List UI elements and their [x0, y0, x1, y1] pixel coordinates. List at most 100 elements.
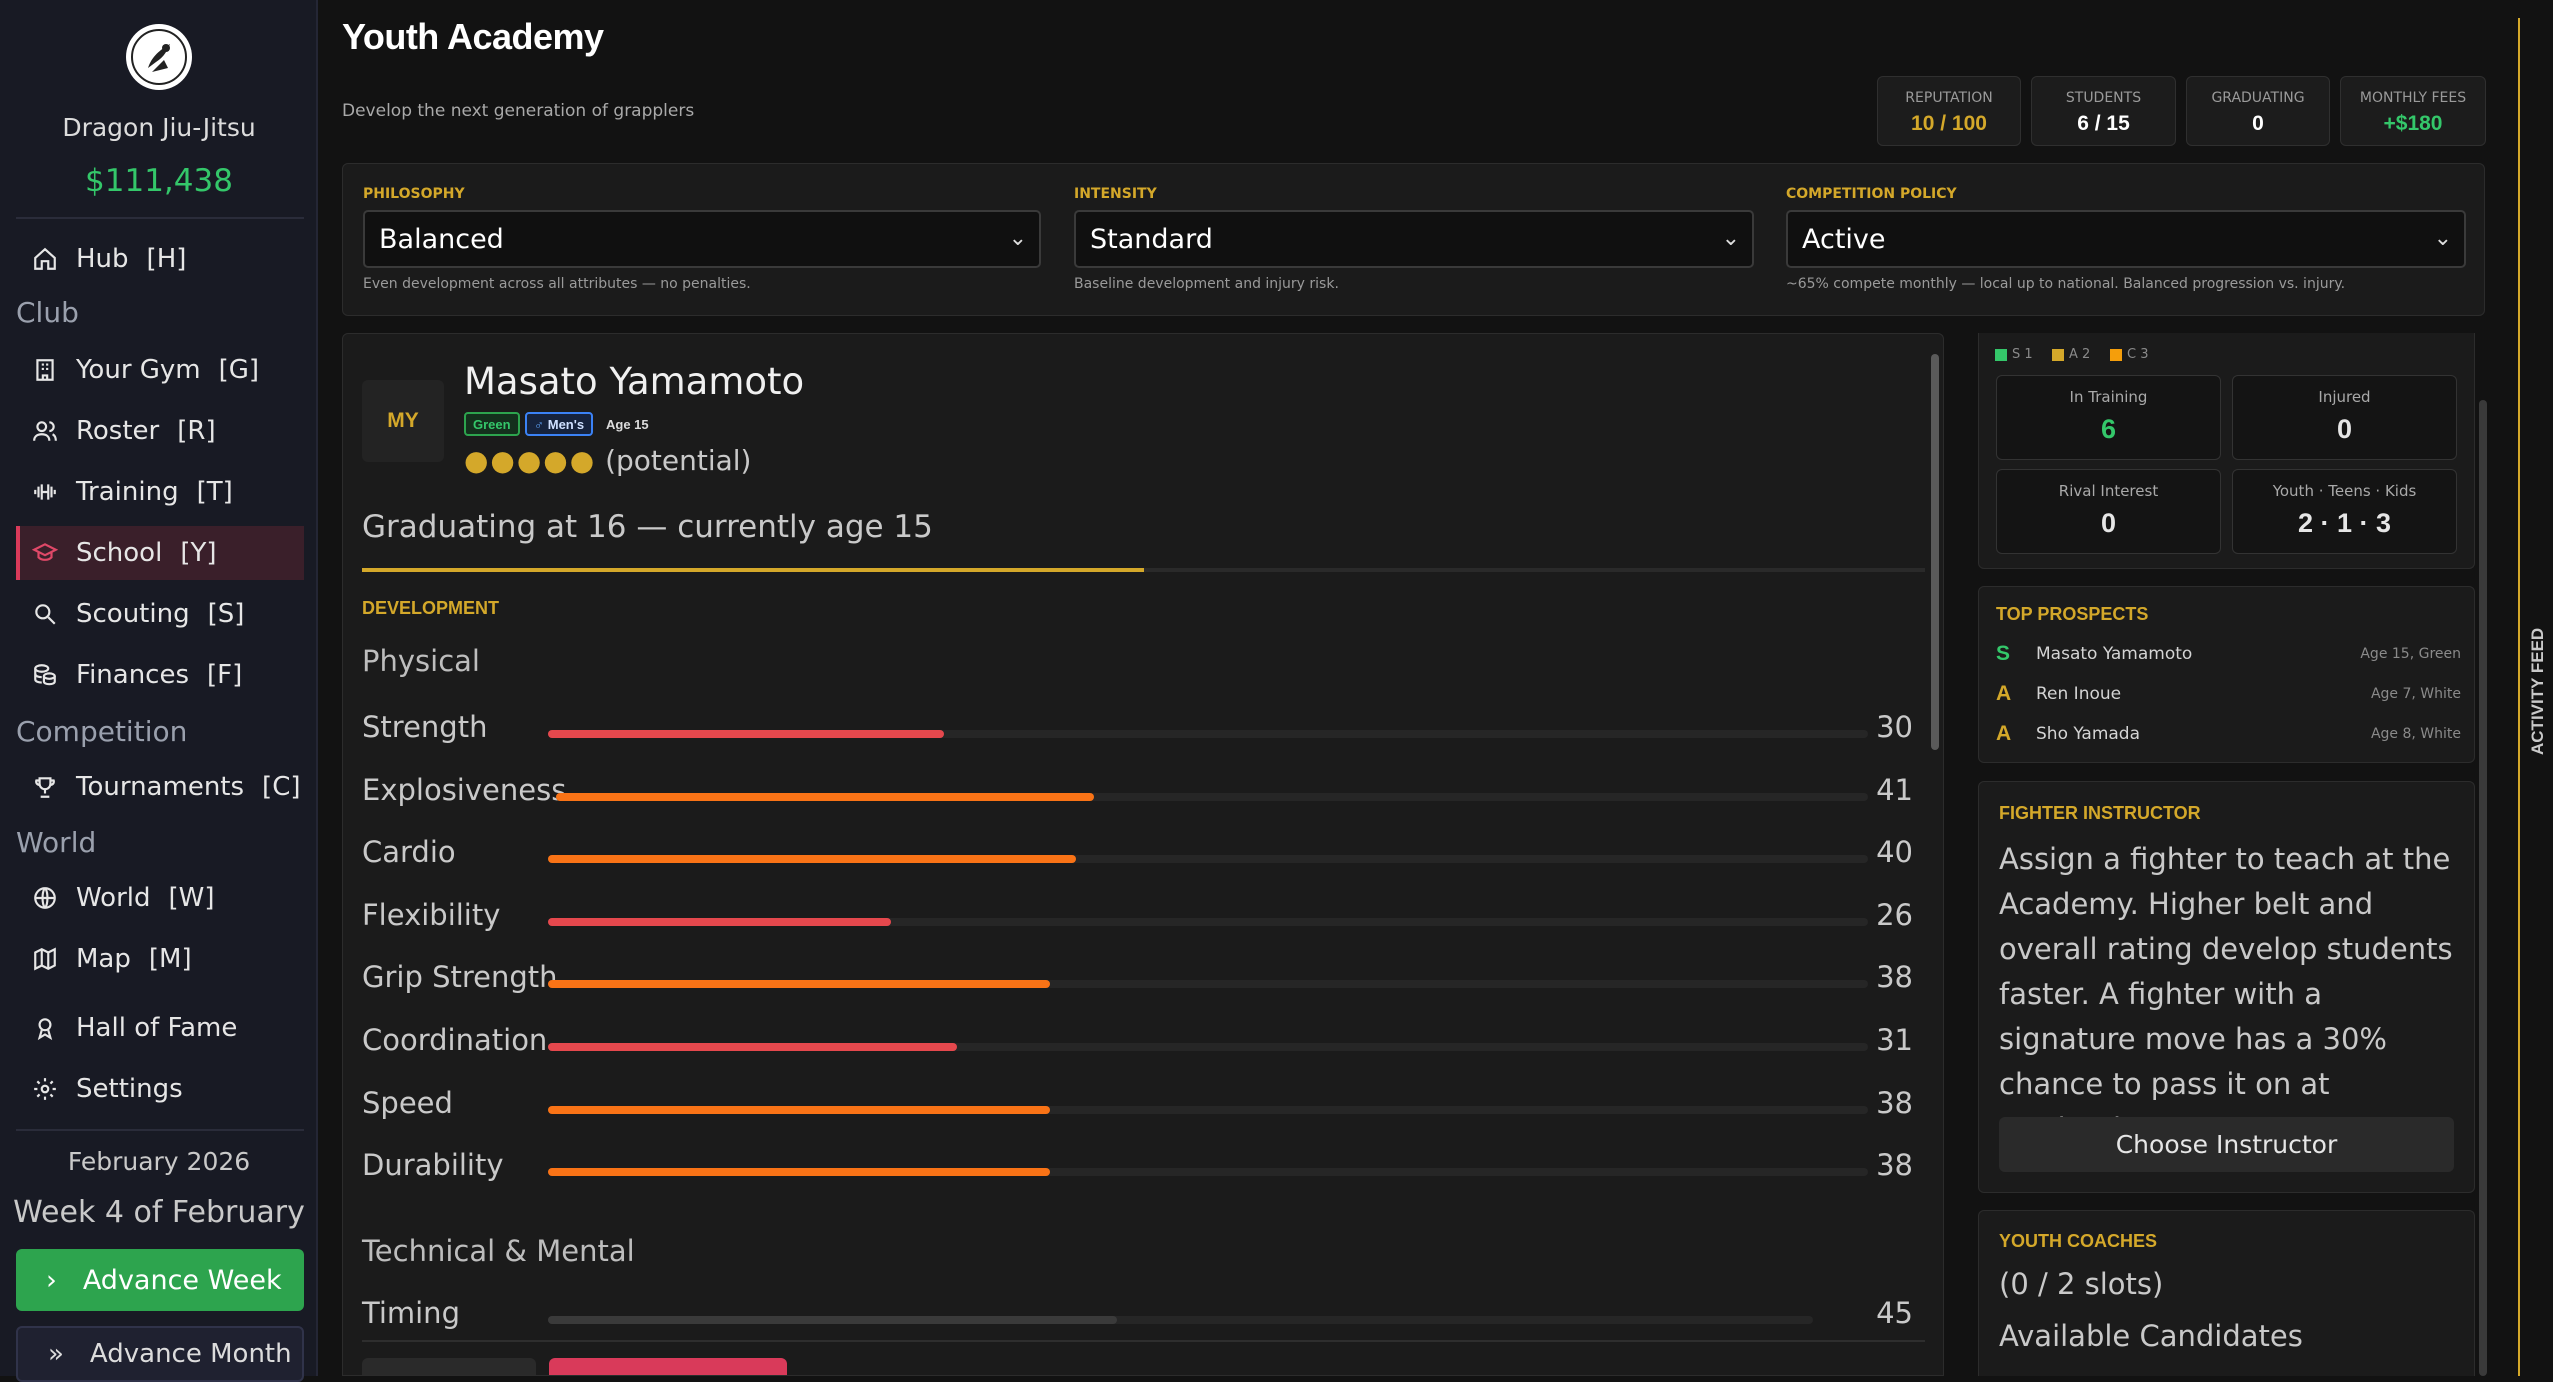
sidebar-item-tournaments[interactable]: Tournaments [C]	[16, 760, 304, 814]
attribute-value: 45	[1876, 1296, 1913, 1330]
sidebar-item-label: Hub	[76, 244, 129, 274]
philosophy-select[interactable]: Balanced ⌄	[363, 210, 1041, 268]
sidebar-item-world[interactable]: World [W]	[16, 871, 304, 925]
potential-dots: ●●●●●	[464, 444, 597, 477]
primary-action-button[interactable]	[549, 1358, 787, 1375]
chevron-down-icon: ⌄	[1008, 226, 1027, 251]
attribute-bar-fill	[548, 1168, 1050, 1177]
tile-label: Youth · Teens · Kids	[2272, 482, 2417, 500]
sidebar-item-scouting[interactable]: Scouting [S]	[16, 587, 304, 641]
sidebar-item-your-gym[interactable]: Your Gym [G]	[16, 343, 304, 397]
nav-group-world: World	[16, 826, 97, 859]
stat-label: STUDENTS	[2065, 90, 2142, 106]
stat-value: +$180	[2383, 112, 2443, 135]
intensity-description: Baseline development and injury risk.	[1074, 276, 1339, 292]
advance-week-label: Advance Week	[82, 1264, 282, 1296]
sidebar-item-settings[interactable]: Settings	[16, 1062, 304, 1116]
attribute-bar	[548, 1105, 1868, 1114]
advance-week-button[interactable]: › Advance Week	[16, 1249, 304, 1311]
trophy-icon	[30, 772, 60, 802]
double-chevron-right-icon: »	[48, 1339, 64, 1369]
legend-swatch	[1995, 348, 2007, 361]
sidebar-item-label: Settings	[76, 1074, 183, 1104]
sidebar-item-label: World	[76, 883, 151, 913]
tile-label: Rival Interest	[2058, 482, 2159, 500]
club-money: $111,438	[85, 163, 233, 199]
legend-c: C 3	[2110, 347, 2148, 362]
attribute-value: 26	[1876, 897, 1913, 932]
youth-coaches-title: YOUTH COACHES	[1999, 1231, 2158, 1251]
prospect-row[interactable]: A Sho Yamada Age 8, White	[1996, 719, 2461, 749]
sidebar-item-training[interactable]: Training [T]	[16, 465, 304, 519]
prospect-detail: Age 15, Green	[2360, 646, 2461, 662]
attribute-bar-fill	[548, 855, 1076, 864]
philosophy-description: Even development across all attributes —…	[363, 276, 751, 292]
secondary-action-button[interactable]	[362, 1358, 536, 1375]
policy-panel: PHILOSOPHY Balanced ⌄ Even development a…	[342, 163, 2485, 316]
attribute-name: Speed	[362, 1085, 453, 1120]
advance-month-label: Advance Month	[89, 1339, 292, 1369]
stat-value: 0	[2252, 112, 2264, 135]
tile-label: Injured	[2318, 388, 2371, 406]
legend-label: C 3	[2127, 347, 2149, 362]
sidebar-item-school[interactable]: School [Y]	[16, 526, 304, 580]
sidebar-item-label: Hall of Fame	[76, 1013, 238, 1043]
sidebar-item-map[interactable]: Map [M]	[16, 932, 304, 986]
student-name: Masato Yamamoto	[464, 360, 805, 403]
attribute-bar	[548, 917, 1868, 926]
philosophy-value: Balanced	[379, 223, 504, 255]
sidebar: Dragon Jiu-Jitsu $111,438 Hub [H] Club Y…	[0, 0, 318, 1382]
club-logo	[126, 24, 192, 90]
prospect-row[interactable]: S Masato Yamamoto Age 15, Green	[1996, 639, 2461, 669]
shortcut-key: [R]	[177, 416, 216, 446]
dumbbell-icon	[30, 477, 60, 507]
legend-a: A 2	[2052, 347, 2090, 362]
competition-policy-description: ~65% compete monthly — local up to natio…	[1786, 276, 2346, 292]
available-candidates-label: Available Candidates	[1999, 1319, 2303, 1353]
intensity-label: INTENSITY	[1074, 186, 1157, 202]
choose-instructor-button[interactable]: Choose Instructor	[1999, 1117, 2454, 1172]
scrollbar[interactable]	[2479, 400, 2487, 1376]
attribute-bar	[548, 730, 1868, 738]
prospect-row[interactable]: A Ren Inoue Age 7, White	[1996, 679, 2461, 709]
development-label: DEVELOPMENT	[362, 598, 500, 618]
sidebar-item-roster[interactable]: Roster [R]	[16, 404, 304, 458]
fighter-instructor-description: Assign a fighter to teach at the Academy…	[1999, 842, 2453, 1146]
tile-value: 2 · 1 · 3	[2297, 508, 2392, 538]
sidebar-item-hall-of-fame[interactable]: Hall of Fame	[16, 1001, 304, 1055]
tile-label: In Training	[2069, 388, 2148, 406]
tile-age-groups: Youth · Teens · Kids 2 · 1 · 3	[2232, 469, 2457, 554]
legend-swatch	[2052, 348, 2064, 361]
attribute-bar	[548, 980, 1868, 989]
sidebar-item-label: Your Gym	[76, 355, 201, 385]
stat-label: REPUTATION	[1905, 90, 1993, 106]
scrollbar[interactable]	[1931, 354, 1939, 750]
sidebar-divider	[16, 1129, 304, 1131]
sidebar-item-hub[interactable]: Hub [H]	[16, 232, 304, 286]
coins-icon	[30, 660, 60, 690]
sidebar-item-finances[interactable]: Finances [F]	[16, 648, 304, 702]
stat-monthly-fees: MONTHLY FEES +$180	[2340, 76, 2486, 146]
intensity-select[interactable]: Standard ⌄	[1074, 210, 1754, 268]
tile-rival-interest: Rival Interest 0	[1996, 469, 2221, 554]
advance-month-button[interactable]: » Advance Month	[16, 1326, 304, 1382]
competition-policy-select[interactable]: Active ⌄	[1786, 210, 2466, 268]
academy-summary-panel: S 1 A 2 C 3 In Training 6 Injured 0 Riva…	[1978, 333, 2475, 569]
nav-group-competition: Competition	[16, 715, 188, 748]
sidebar-item-label: Training	[76, 477, 179, 507]
fighter-instructor-panel: FIGHTER INSTRUCTOR Assign a fighter to t…	[1978, 781, 2475, 1193]
tile-in-training: In Training 6	[1996, 375, 2221, 460]
sidebar-item-label: Tournaments	[76, 772, 245, 802]
intensity-value: Standard	[1090, 223, 1213, 255]
attribute-value: 31	[1876, 1023, 1913, 1057]
graduation-progress-fill	[362, 568, 1144, 572]
graduation-cap-icon	[30, 538, 60, 568]
stat-label: MONTHLY FEES	[2359, 90, 2467, 106]
tile-injured: Injured 0	[2232, 375, 2457, 460]
graduation-progress-bar	[362, 568, 1925, 572]
male-icon: ♂	[534, 416, 544, 432]
tile-value: 0	[2336, 414, 2353, 444]
age-badge: Age 15	[606, 416, 649, 432]
current-date: February 2026	[67, 1147, 251, 1176]
sidebar-divider	[16, 217, 304, 219]
